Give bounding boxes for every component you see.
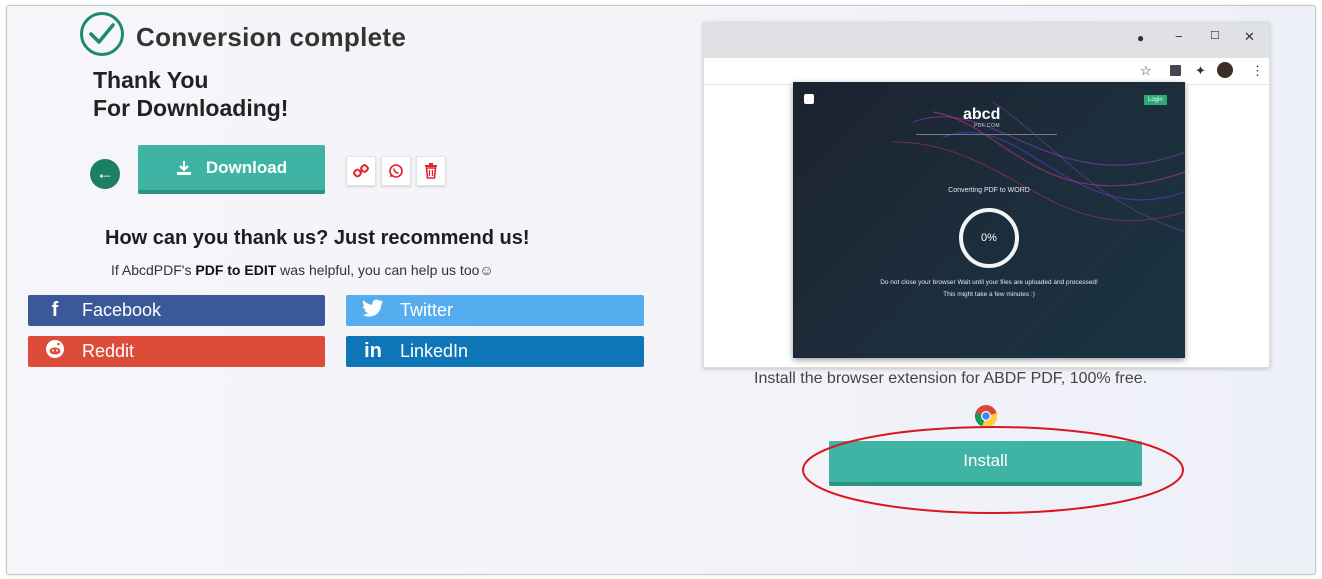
subtext-tool-name: PDF to EDIT xyxy=(195,262,277,278)
thanks-line-2: For Downloading! xyxy=(93,95,289,121)
progress-value: 0% xyxy=(981,232,997,244)
conversion-title: Conversion complete xyxy=(136,22,407,52)
subtext-prefix: If AbcdPDF's xyxy=(111,262,192,278)
browser-titlebar: ● − ☐ ✕ xyxy=(704,23,1269,58)
link-icon xyxy=(353,164,369,178)
puzzle-icon: ✦ xyxy=(1195,63,1206,78)
back-button[interactable]: ← xyxy=(90,159,120,189)
wait-note: Do not close your browser Wait until you… xyxy=(880,279,1098,286)
linkedin-label: LinkedIn xyxy=(400,341,469,361)
download-icon xyxy=(176,160,191,175)
trash-icon xyxy=(425,163,437,179)
twitter-share-button[interactable]: Twitter xyxy=(346,295,644,326)
menu-icon: ⋮ xyxy=(1251,63,1264,78)
download-label: Download xyxy=(205,157,288,177)
extension-icon xyxy=(1170,65,1181,76)
recommend-subtext: If AbcdPDF's PDF to EDIT was helpful, yo… xyxy=(111,262,494,278)
check-circle-icon xyxy=(80,12,124,56)
app-badge-icon xyxy=(804,94,814,104)
star-icon: ☆ xyxy=(1140,63,1152,78)
thanks-message: Thank You For Downloading! xyxy=(93,66,288,122)
reddit-icon xyxy=(28,339,82,365)
whatsapp-share-button[interactable] xyxy=(381,156,411,186)
login-button: Login xyxy=(1144,95,1167,105)
converting-text: Converting PDF to WORD xyxy=(948,187,1030,194)
install-description: Install the browser extension for ABDF P… xyxy=(754,370,1148,387)
extension-popup: Login abcd PDF.COM Converting PDF to WOR… xyxy=(793,82,1185,358)
logo-divider xyxy=(916,134,1057,135)
reddit-share-button[interactable]: Reddit xyxy=(28,336,325,367)
whatsapp-icon xyxy=(389,164,403,178)
copy-link-button[interactable] xyxy=(346,156,376,186)
download-button[interactable]: Download xyxy=(138,145,325,194)
subtext-suffix: was helpful, you can help us too☺ xyxy=(280,262,494,278)
linkedin-icon: in xyxy=(364,340,382,362)
minimize-icon: − xyxy=(1175,29,1183,44)
recommend-heading: How can you thank us? Just recommend us! xyxy=(105,227,530,249)
linkedin-share-button[interactable]: in LinkedIn xyxy=(346,336,644,367)
facebook-icon: f xyxy=(51,299,59,321)
close-icon: ✕ xyxy=(1244,29,1255,44)
delete-button[interactable] xyxy=(416,156,446,186)
minutes-note: This might take a few minutes :) xyxy=(943,291,1035,298)
twitter-icon xyxy=(346,299,400,323)
facebook-share-button[interactable]: f Facebook xyxy=(28,295,325,326)
twitter-label: Twitter xyxy=(400,300,454,320)
facebook-label: Facebook xyxy=(82,300,162,320)
browser-toolbar: ☆ ✦ ⋮ xyxy=(704,58,1269,85)
highlight-ellipse xyxy=(802,426,1184,514)
record-icon: ● xyxy=(1137,31,1145,45)
arrow-left-icon: ← xyxy=(96,163,114,183)
abcd-logo-sub: PDF.COM xyxy=(974,123,1000,129)
reddit-label: Reddit xyxy=(82,341,135,361)
maximize-icon: ☐ xyxy=(1210,30,1220,42)
thanks-line-1: Thank You xyxy=(93,67,209,93)
abcd-logo: abcd xyxy=(963,106,1001,123)
avatar xyxy=(1217,62,1233,78)
progress-ring: 0% xyxy=(959,208,1019,268)
